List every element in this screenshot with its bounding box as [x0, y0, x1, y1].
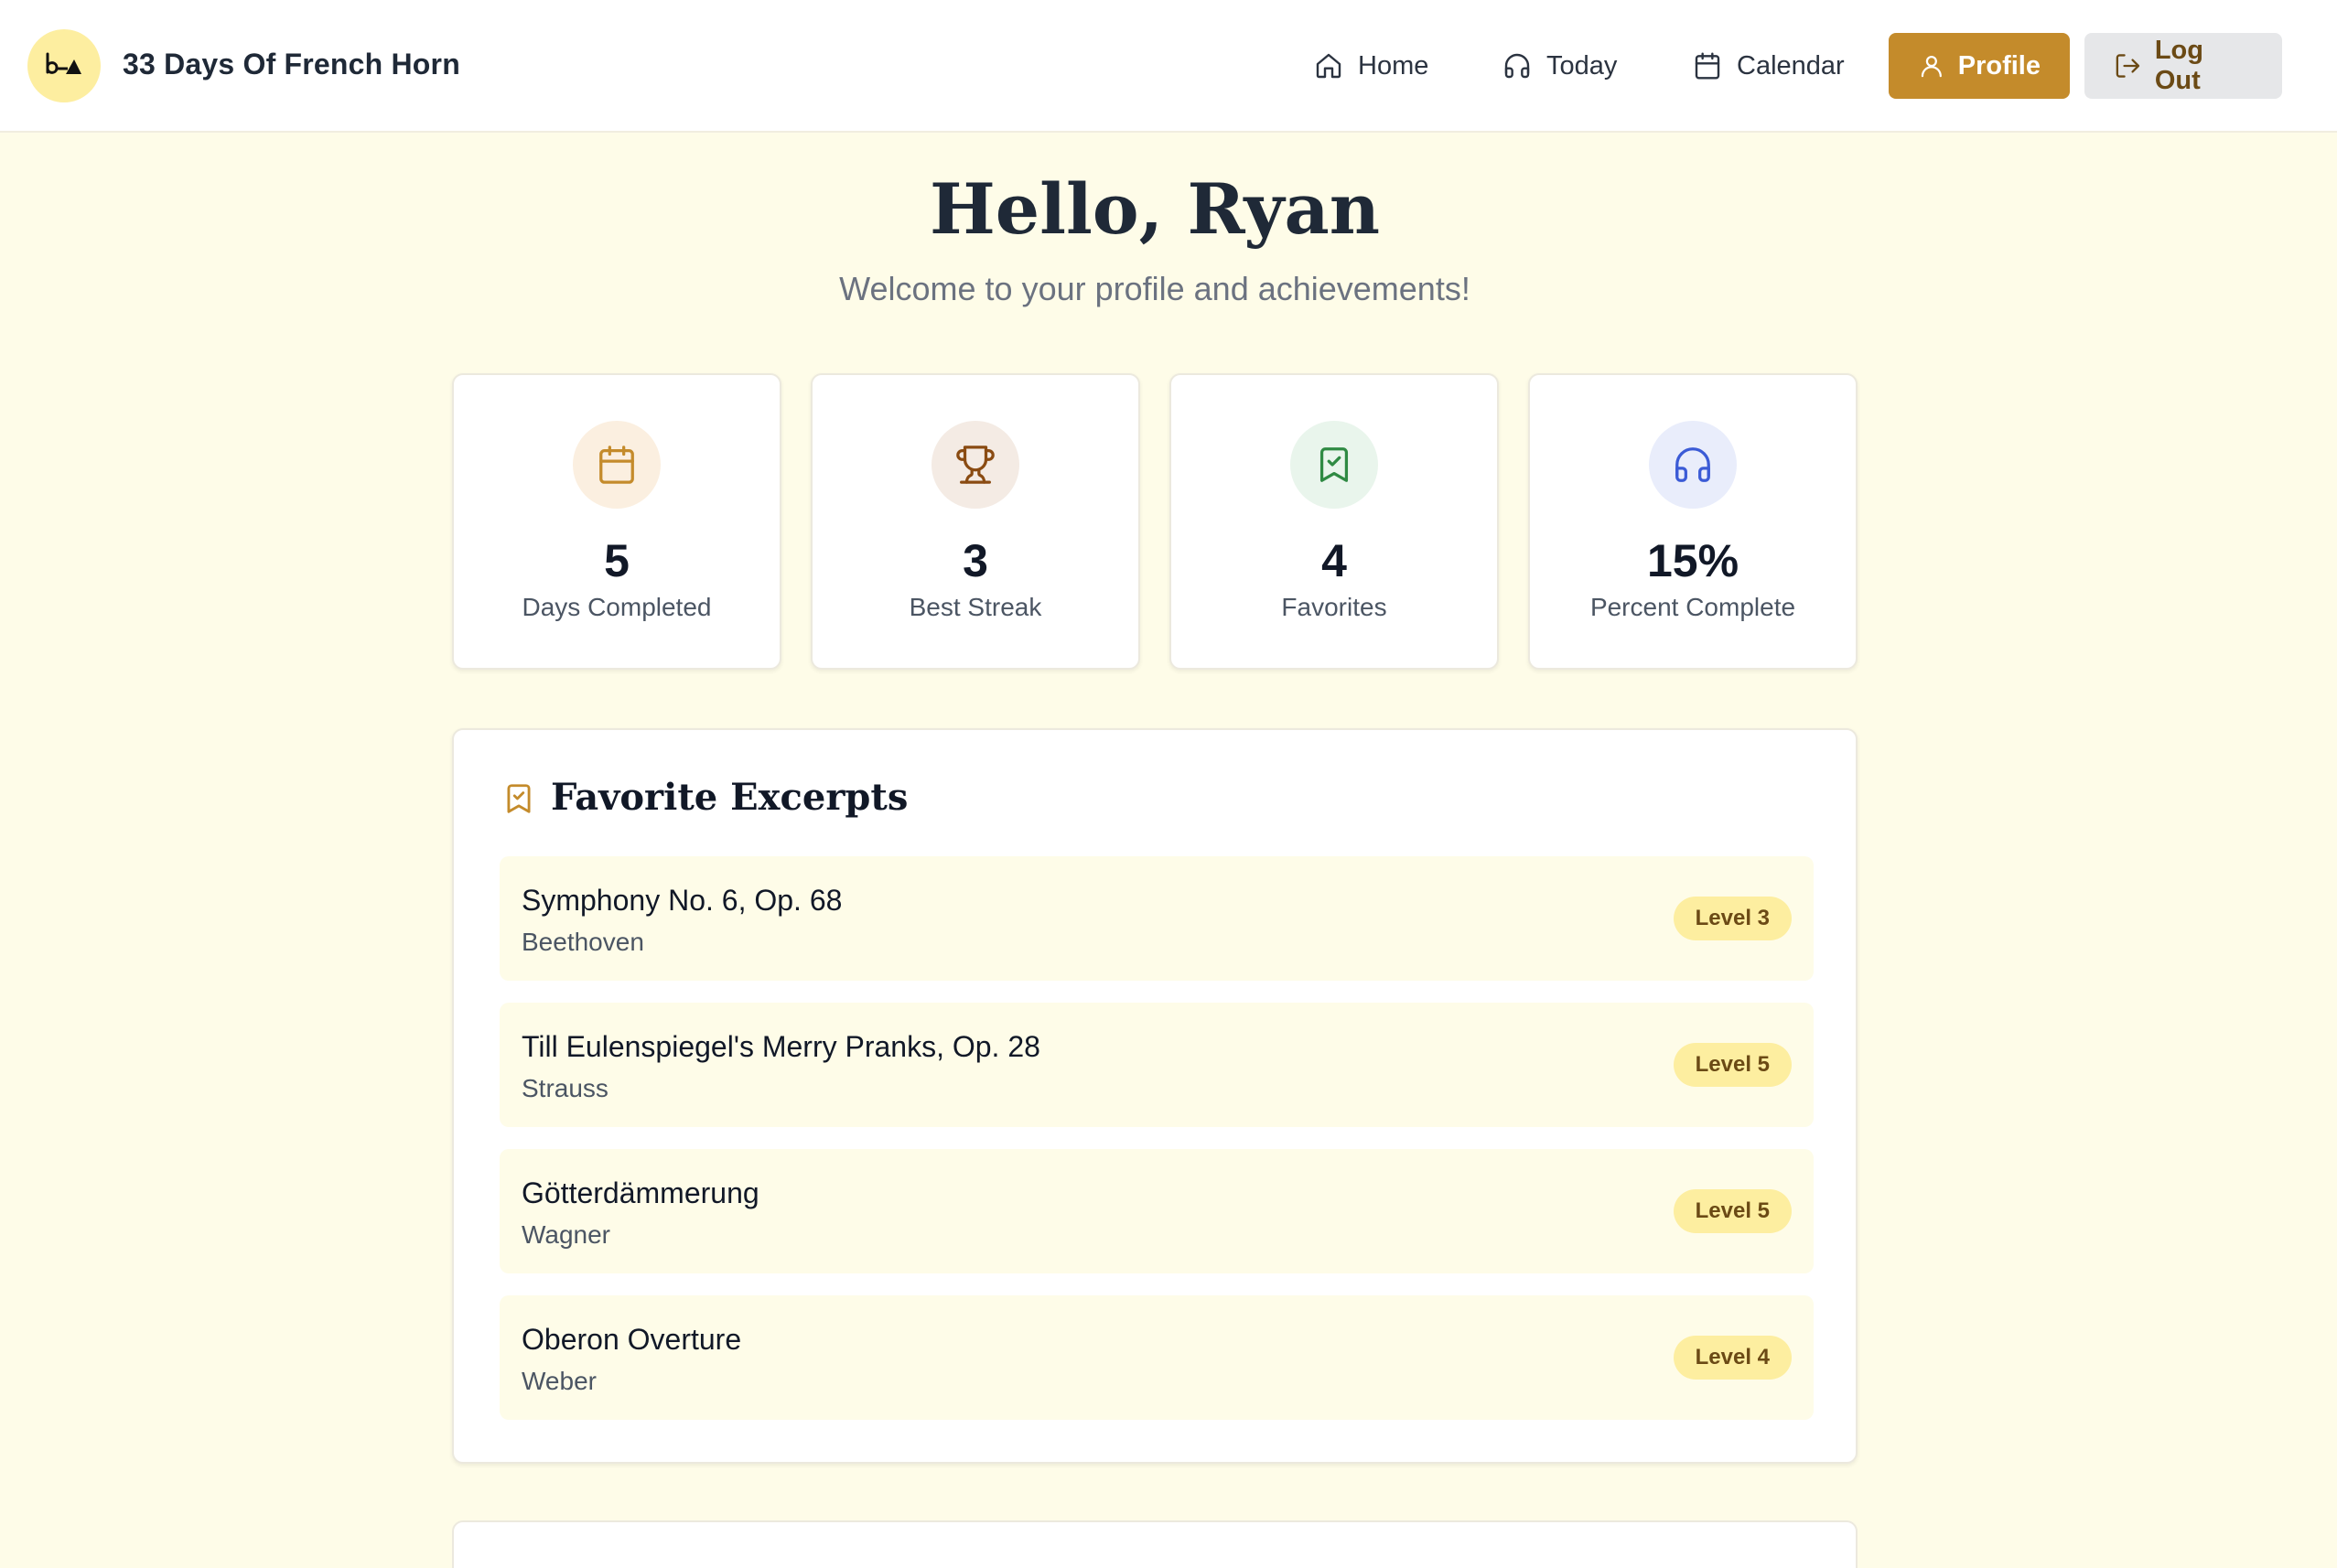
excerpt-title: Götterdämmerung	[522, 1176, 759, 1209]
stat-label: Days Completed	[522, 593, 712, 621]
excerpt-title: Symphony No. 6, Op. 68	[522, 884, 843, 917]
stat-value: 4	[1321, 535, 1347, 586]
app-title[interactable]: 33 Days Of French Horn	[123, 48, 460, 81]
excerpt-title: Oberon Overture	[522, 1323, 742, 1356]
top-navbar: 33 Days Of French Horn Home Today Calend…	[0, 0, 2337, 133]
next-section-panel	[452, 1520, 1858, 1568]
stat-value: 15%	[1646, 535, 1739, 586]
nav-calendar-label: Calendar	[1737, 50, 1845, 81]
stat-icon-circle	[573, 421, 661, 509]
calendar-icon	[1695, 52, 1720, 80]
home-icon	[1316, 53, 1341, 79]
nav-home[interactable]: Home	[1314, 33, 1428, 99]
nav-calendar[interactable]: Calendar	[1693, 33, 1845, 99]
stat-icon-circle	[1649, 421, 1737, 509]
page-title: Hello, Ryan	[930, 168, 1380, 250]
logout-button[interactable]: Log Out	[2084, 33, 2282, 99]
favorite-excerpts-panel: Favorite Excerpts Symphony No. 6, Op. 68…	[452, 728, 1858, 1464]
headphones-icon	[1504, 53, 1530, 79]
nav-today[interactable]: Today	[1502, 33, 1617, 99]
stat-card-favorites: 4 Favorites	[1169, 373, 1499, 670]
user-icon	[1921, 55, 1942, 78]
excerpt-composer: Strauss	[522, 1074, 608, 1102]
stat-label: Best Streak	[909, 593, 1042, 621]
excerpt-composer: Weber	[522, 1367, 597, 1395]
level-badge: Level 5	[1673, 1189, 1792, 1233]
level-badge: Level 4	[1673, 1336, 1792, 1380]
stat-card-days-completed: 5 Days Completed	[452, 373, 781, 670]
bookmark-check-icon	[1319, 447, 1349, 482]
excerpt-composer: Beethoven	[522, 928, 644, 956]
stat-value: 5	[604, 535, 630, 586]
app-logo[interactable]	[27, 29, 101, 102]
section-title: Favorite Excerpts	[551, 776, 909, 819]
stat-label: Percent Complete	[1589, 593, 1796, 621]
nav-home-label: Home	[1358, 50, 1429, 81]
stat-value: 3	[963, 535, 988, 586]
log-out-icon	[2116, 54, 2140, 78]
excerpt-list-item[interactable]: Götterdämmerung Wagner Level 5	[500, 1149, 1814, 1273]
page-subtitle: Welcome to your profile and achievements…	[839, 270, 1470, 307]
horn-logo-icon	[46, 52, 81, 74]
headphones-icon	[1675, 447, 1710, 482]
stat-card-percent-complete: 15% Percent Complete	[1528, 373, 1858, 670]
logout-button-label: Log Out	[2154, 36, 2203, 95]
bookmark-check-icon	[507, 784, 531, 813]
trophy-icon	[956, 446, 995, 484]
excerpt-list-item[interactable]: Oberon Overture Weber Level 4	[500, 1295, 1814, 1420]
excerpt-composer: Wagner	[522, 1220, 611, 1249]
stat-icon-circle	[932, 421, 1019, 509]
level-badge: Level 3	[1673, 897, 1792, 940]
calendar-icon	[599, 446, 634, 484]
excerpt-list-item[interactable]: Till Eulenspiegel's Merry Pranks, Op. 28…	[500, 1003, 1814, 1127]
stat-card-best-streak: 3 Best Streak	[811, 373, 1140, 670]
nav-today-label: Today	[1546, 50, 1618, 81]
stat-label: Favorites	[1281, 593, 1387, 621]
excerpt-title: Till Eulenspiegel's Merry Pranks, Op. 28	[522, 1030, 1040, 1063]
profile-button-label: Profile	[1957, 50, 2041, 81]
profile-button[interactable]: Profile	[1889, 33, 2070, 99]
level-badge: Level 5	[1673, 1043, 1792, 1087]
stat-icon-circle	[1290, 421, 1378, 509]
excerpt-list-item[interactable]: Symphony No. 6, Op. 68 Beethoven Level 3	[500, 856, 1814, 981]
